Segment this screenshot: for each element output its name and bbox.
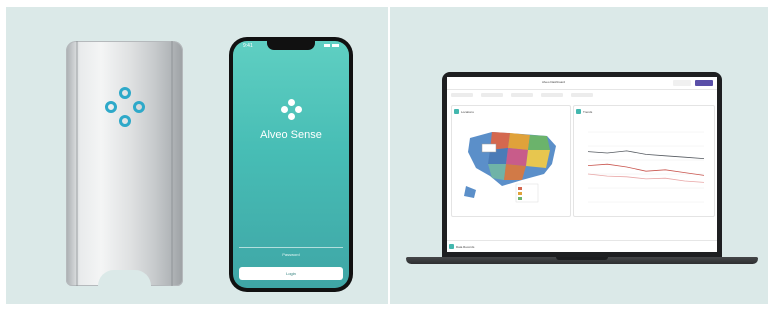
dashboard-display: Alveo Dashboard Locations Trends Data Re…: [447, 77, 717, 252]
us-map: [464, 132, 556, 203]
dashboard-title: Alveo Dashboard: [542, 80, 566, 84]
battery-icon: [332, 44, 339, 47]
map-region: [488, 164, 506, 180]
map-region: [528, 135, 550, 150]
secondary-button[interactable]: [673, 80, 691, 86]
device-foot-cutout: [98, 270, 151, 286]
dashboard-header: Alveo Dashboard: [447, 77, 717, 90]
phone-screen: 9:41 Alveo Sense Password Login: [233, 41, 349, 288]
laptop-screen: Alveo Dashboard Locations Trends Data Re…: [442, 72, 722, 257]
footer-label: Data Records: [456, 245, 475, 249]
filter-dropdown[interactable]: [481, 93, 503, 97]
hardware-panel: 9:41 Alveo Sense Password Login: [6, 7, 388, 304]
filter-dropdown[interactable]: [541, 93, 563, 97]
filter-dropdown[interactable]: [451, 93, 473, 97]
device-groove: [76, 41, 78, 286]
laptop-lip: [556, 257, 608, 260]
air-sensor-device: [66, 41, 183, 286]
footer-icon: [449, 244, 454, 249]
trend-card-icon: [576, 109, 581, 114]
series-line: [587, 163, 705, 176]
login-button[interactable]: Login: [239, 267, 343, 280]
legend-swatch: [518, 187, 522, 190]
phone-notch: [267, 41, 315, 50]
password-field[interactable]: Password: [239, 247, 343, 262]
status-time: 9:41: [243, 43, 253, 49]
status-icons: [324, 44, 339, 47]
app-logo-icon: [281, 99, 302, 120]
app-title: Alveo Sense: [260, 129, 322, 141]
signal-icon: [324, 44, 330, 47]
series-line: [587, 150, 705, 159]
map-region: [464, 186, 476, 198]
laptop-panel: Alveo Dashboard Locations Trends Data Re…: [390, 7, 768, 304]
filter-dropdown[interactable]: [511, 93, 533, 97]
map-card-label: Locations: [461, 110, 474, 114]
map-region: [506, 148, 528, 166]
map-tooltip: [481, 143, 497, 153]
trend-line-chart: [587, 131, 705, 203]
trend-card: Trends: [573, 105, 715, 217]
map-card-icon: [454, 109, 459, 114]
legend-swatch: [518, 192, 522, 195]
trend-card-label: Trends: [583, 110, 593, 114]
map-region: [508, 133, 530, 150]
device-logo-icon: [105, 87, 145, 127]
device-groove: [171, 41, 173, 286]
map-card: Locations: [451, 105, 571, 217]
dashboard-footer: Data Records: [447, 240, 717, 252]
legend-swatch: [518, 197, 522, 200]
laptop-base: [406, 257, 758, 264]
filter-bar: [451, 92, 713, 100]
primary-button[interactable]: [695, 80, 713, 86]
map-region: [526, 150, 550, 168]
series-line: [587, 173, 705, 183]
filter-dropdown[interactable]: [571, 93, 593, 97]
smartphone: 9:41 Alveo Sense Password Login: [229, 37, 353, 292]
